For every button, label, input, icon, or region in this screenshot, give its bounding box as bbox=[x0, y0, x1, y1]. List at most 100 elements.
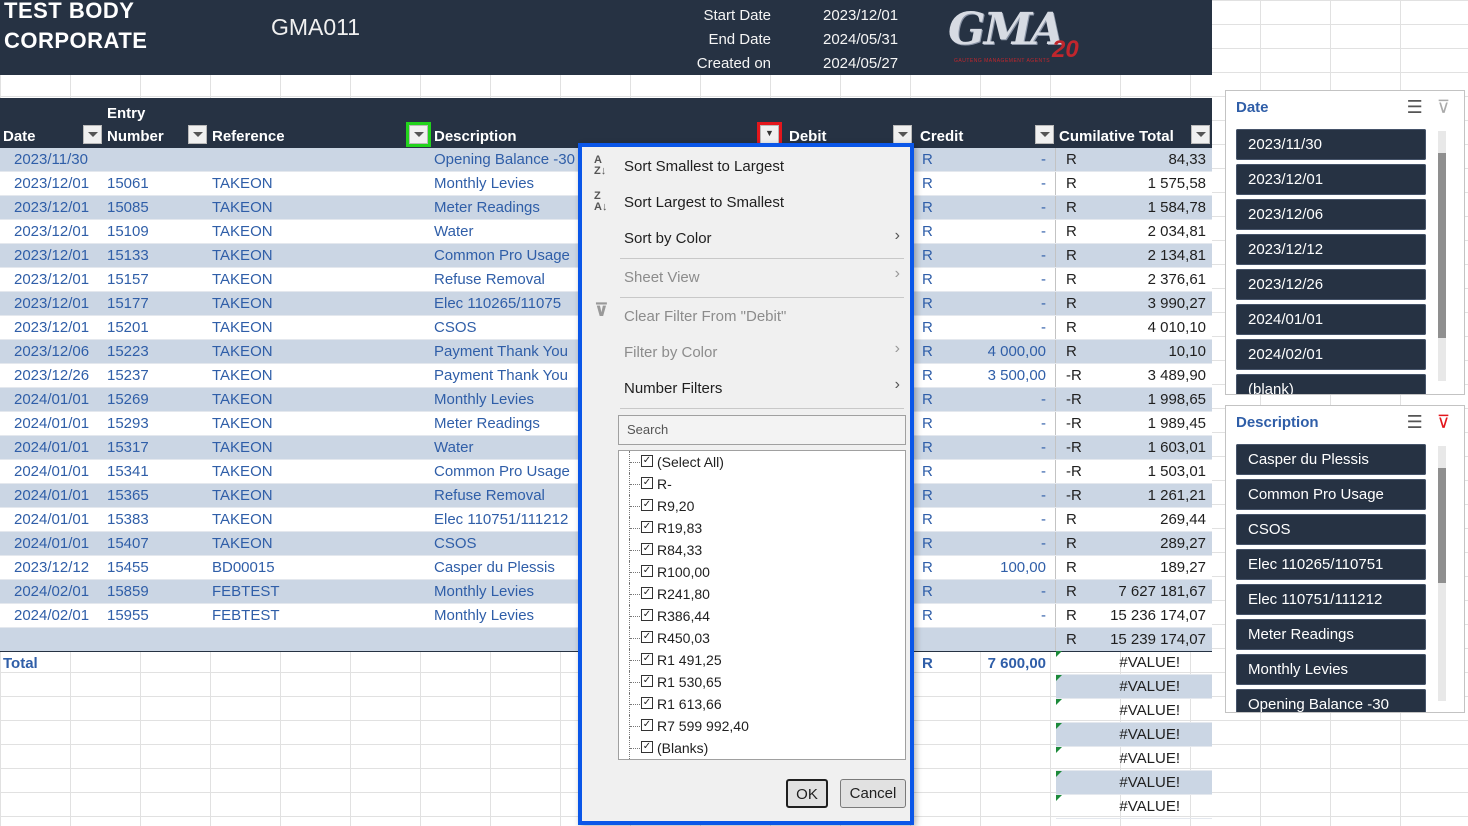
filter-option[interactable]: ✓ R19,83 bbox=[619, 517, 905, 539]
filter-button-debit[interactable] bbox=[893, 125, 912, 144]
slicer-item[interactable]: Monthly Levies bbox=[1236, 654, 1426, 685]
filter-button-date[interactable] bbox=[83, 125, 102, 144]
clear-filter-icon[interactable]: ⊽ bbox=[1437, 97, 1450, 117]
header-date: Date bbox=[3, 128, 36, 145]
filter-option[interactable]: ✓ R241,80 bbox=[619, 583, 905, 605]
account-code: GMA011 bbox=[271, 14, 361, 40]
tree-line bbox=[629, 627, 640, 649]
filter-option[interactable]: ✓ R- bbox=[619, 473, 905, 495]
checkbox-checked-icon[interactable]: ✓ bbox=[641, 499, 653, 511]
table-header: Date Entry Number Reference Description … bbox=[0, 98, 1212, 148]
slicer-item[interactable]: Common Pro Usage bbox=[1236, 479, 1426, 510]
multi-select-icon[interactable]: ☰ bbox=[1407, 412, 1423, 432]
filter-option[interactable]: ✓ (Select All) bbox=[619, 451, 905, 473]
slicer-item[interactable]: 2023/12/06 bbox=[1236, 199, 1426, 230]
value-error-cell[interactable]: #VALUE! bbox=[1056, 723, 1212, 747]
filter-option[interactable]: ✓ R1 491,25 bbox=[619, 649, 905, 671]
cumulative-column-border bbox=[1055, 316, 1212, 339]
tree-line bbox=[629, 451, 640, 473]
checkbox-checked-icon[interactable]: ✓ bbox=[641, 543, 653, 555]
date-cell: 2024/01/01 bbox=[14, 511, 90, 528]
filter-button-credit[interactable] bbox=[1035, 125, 1054, 144]
total-credit-value: 7 600,00 bbox=[987, 655, 1046, 672]
multi-select-icon[interactable]: ☰ bbox=[1407, 97, 1423, 117]
credit-cell: - bbox=[1041, 151, 1046, 168]
slicer-item[interactable]: 2023/11/30 bbox=[1236, 129, 1426, 160]
checkbox-checked-icon[interactable]: ✓ bbox=[641, 521, 653, 533]
credit-currency-cell: R bbox=[922, 535, 933, 552]
reference-cell: TAKEON bbox=[212, 415, 273, 432]
filter-search-input[interactable]: Search bbox=[618, 415, 906, 445]
checkbox-checked-icon[interactable]: ✓ bbox=[641, 477, 653, 489]
cumulative-column-border bbox=[1055, 388, 1212, 411]
value-error-cells: #VALUE! #VALUE! #VALUE! #VALUE! #VALUE! #VALU… bbox=[1056, 651, 1212, 819]
slicer-item[interactable]: 2023/12/01 bbox=[1236, 164, 1426, 195]
checkbox-checked-icon[interactable]: ✓ bbox=[641, 697, 653, 709]
value-error-cell[interactable]: #VALUE! bbox=[1056, 699, 1212, 723]
credit-cell: - bbox=[1041, 511, 1046, 528]
value-error-cell[interactable]: #VALUE! bbox=[1056, 771, 1212, 795]
chevron-right-icon: › bbox=[894, 376, 900, 393]
credit-currency-cell: R bbox=[922, 319, 933, 336]
checkbox-checked-icon[interactable]: ✓ bbox=[641, 609, 653, 621]
checkbox-checked-icon[interactable]: ✓ bbox=[641, 741, 653, 753]
checkbox-checked-icon[interactable]: ✓ bbox=[641, 675, 653, 687]
value-error-cell[interactable]: #VALUE! bbox=[1056, 747, 1212, 771]
filter-button-reference[interactable] bbox=[406, 122, 431, 147]
slicer-item[interactable]: (blank) bbox=[1236, 374, 1426, 394]
reference-cell: TAKEON bbox=[212, 199, 273, 216]
scrollbar-thumb[interactable] bbox=[1438, 153, 1446, 338]
slicer-item[interactable]: Casper du Plessis bbox=[1236, 444, 1426, 475]
created-value: 2024/05/27 bbox=[823, 55, 899, 72]
sort-by-color-item[interactable]: Sort by Color bbox=[624, 230, 712, 247]
value-error-cell[interactable]: #VALUE! bbox=[1056, 675, 1212, 699]
checkbox-checked-icon[interactable]: ✓ bbox=[641, 455, 653, 467]
checkbox-checked-icon[interactable]: ✓ bbox=[641, 587, 653, 599]
filter-option[interactable]: ✓ R1 613,66 bbox=[619, 693, 905, 715]
checkbox-checked-icon[interactable]: ✓ bbox=[641, 653, 653, 665]
menu-separator bbox=[620, 297, 904, 298]
filter-option[interactable]: ✓ R84,33 bbox=[619, 539, 905, 561]
slicer-item[interactable]: 2024/01/01 bbox=[1236, 304, 1426, 335]
filter-button-cumulative[interactable] bbox=[1191, 125, 1210, 144]
scrollbar-thumb[interactable] bbox=[1438, 468, 1446, 583]
number-filters-item[interactable]: Number Filters bbox=[624, 380, 722, 397]
cumulative-column-border bbox=[1055, 604, 1212, 627]
filter-option[interactable]: ✓ R7 599 992,40 bbox=[619, 715, 905, 737]
value-error-cell[interactable]: #VALUE! bbox=[1056, 651, 1212, 675]
credit-currency-cell: R bbox=[922, 415, 933, 432]
filter-option[interactable]: ✓ R450,03 bbox=[619, 627, 905, 649]
header-credit: Credit bbox=[920, 128, 964, 145]
checkbox-checked-icon[interactable]: ✓ bbox=[641, 631, 653, 643]
filter-option-label: R7 599 992,40 bbox=[657, 718, 749, 734]
filter-option[interactable]: ✓ R1 530,65 bbox=[619, 671, 905, 693]
slicer-item[interactable]: 2023/12/26 bbox=[1236, 269, 1426, 300]
checkbox-checked-icon[interactable]: ✓ bbox=[641, 565, 653, 577]
slicer-item[interactable]: 2023/12/12 bbox=[1236, 234, 1426, 265]
slicer-item[interactable]: Meter Readings bbox=[1236, 619, 1426, 650]
cumulative-column-border bbox=[1055, 364, 1212, 387]
filter-option-label: R1 530,65 bbox=[657, 674, 722, 690]
cancel-button[interactable]: Cancel bbox=[840, 779, 906, 808]
filter-button-entry[interactable] bbox=[188, 125, 207, 144]
slicer-item[interactable]: CSOS bbox=[1236, 514, 1426, 545]
date-slicer-scrollbar[interactable] bbox=[1438, 131, 1446, 381]
sort-ascending-item[interactable]: Sort Smallest to Largest bbox=[624, 158, 784, 175]
cumulative-column-border bbox=[1055, 580, 1212, 603]
checkbox-checked-icon[interactable]: ✓ bbox=[641, 719, 653, 731]
sort-descending-item[interactable]: Sort Largest to Smallest bbox=[624, 194, 784, 211]
slicer-item[interactable]: Elec 110751/111212 bbox=[1236, 584, 1426, 615]
filter-option[interactable]: ✓ R9,20 bbox=[619, 495, 905, 517]
slicer-item[interactable]: Elec 110265/110751 bbox=[1236, 549, 1426, 580]
filter-option[interactable]: ✓ R386,44 bbox=[619, 605, 905, 627]
clear-filter-icon[interactable]: ⊽ bbox=[1437, 412, 1450, 432]
filter-option[interactable]: ✓ (Blanks) bbox=[619, 737, 905, 759]
date-cell: 2024/02/01 bbox=[14, 607, 90, 624]
filter-option[interactable]: ✓ R100,00 bbox=[619, 561, 905, 583]
filter-button-description-active[interactable] bbox=[757, 122, 782, 147]
value-error-cell[interactable]: #VALUE! bbox=[1056, 795, 1212, 819]
slicer-item[interactable]: 2024/02/01 bbox=[1236, 339, 1426, 370]
ok-button[interactable]: OK bbox=[786, 779, 828, 808]
description-slicer-scrollbar[interactable] bbox=[1438, 446, 1446, 701]
slicer-item[interactable]: Opening Balance -30 bbox=[1236, 689, 1426, 712]
